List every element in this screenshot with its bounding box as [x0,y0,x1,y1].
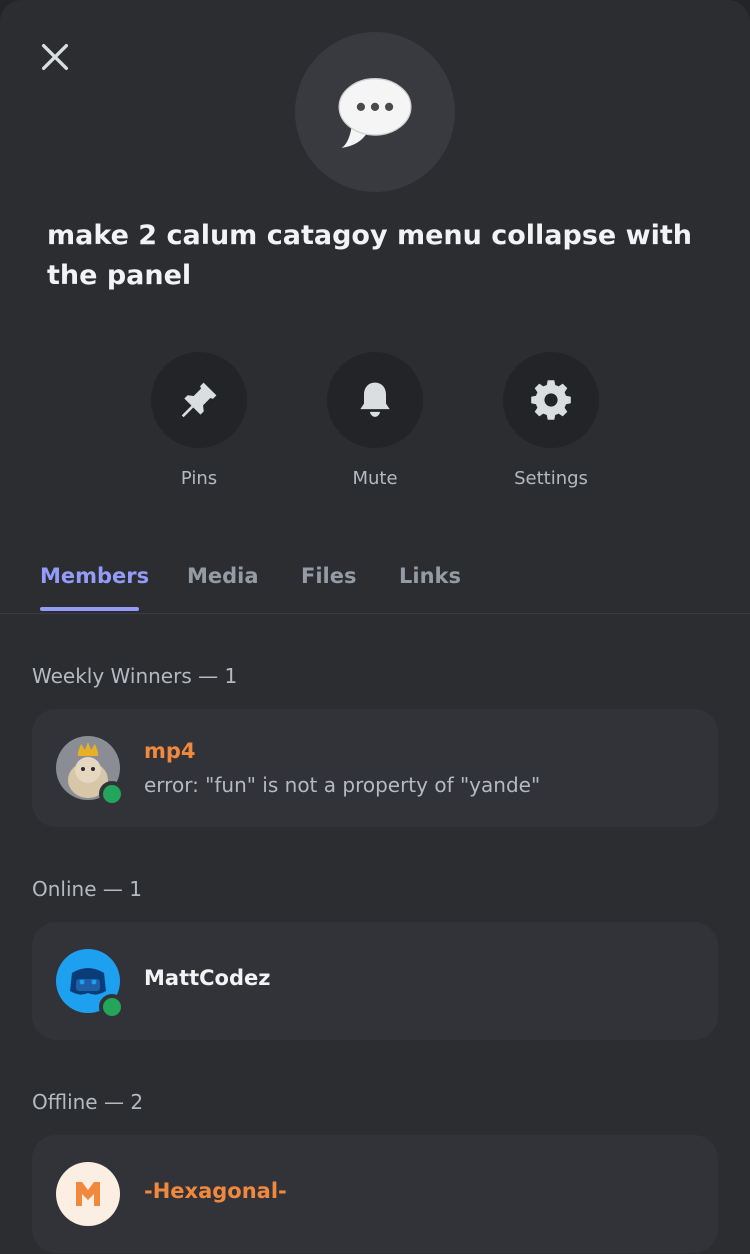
channel-details-sheet: make 2 calum catagoy menu collapse with … [0,0,750,1254]
tab-members[interactable]: Members [40,564,149,588]
member-card-mp4[interactable]: mp4 error: "fun" is not a property of "y… [32,709,718,827]
bell-icon [360,382,390,417]
close-button[interactable] [34,36,76,78]
speech-bubble-icon [338,78,412,148]
section-heading-offline: Offline — 2 [32,1090,144,1114]
tab-media[interactable]: Media [187,564,259,588]
member-card-hexagonal[interactable]: -Hexagonal- [32,1135,718,1253]
action-bar: Pins Mute Settings [0,352,750,492]
settings-button[interactable]: Settings [471,352,631,489]
member-name: MattCodez [144,966,271,990]
avatar [56,1162,120,1226]
channel-title: make 2 calum catagoy menu collapse with … [47,220,692,291]
mute-button[interactable]: Mute [295,352,455,489]
member-name: -Hexagonal- [144,1179,287,1203]
pins-button-circle[interactable] [151,352,247,448]
online-status-dot [99,994,125,1020]
channel-avatar [295,32,455,192]
tab-links[interactable]: Links [399,564,461,588]
pin-icon [181,382,217,418]
gear-icon [531,380,571,420]
tab-files[interactable]: Files [301,564,356,588]
section-heading-online: Online — 1 [32,877,142,901]
member-card-mattcodez[interactable]: MattCodez [32,922,718,1040]
mute-label: Mute [352,468,398,489]
section-heading-weekly-winners: Weekly Winners — 1 [32,664,238,688]
pins-button[interactable]: Pins [119,352,279,489]
member-status-text: error: "fun" is not a property of "yande… [144,773,541,797]
tab-bar: Members Media Files Links [0,556,750,614]
settings-button-circle[interactable] [503,352,599,448]
pins-label: Pins [180,468,218,489]
mute-button-circle[interactable] [327,352,423,448]
active-tab-indicator [40,607,139,611]
settings-label: Settings [514,468,588,489]
member-name: mp4 [144,739,196,763]
close-icon [41,43,69,71]
online-status-dot [99,781,125,807]
